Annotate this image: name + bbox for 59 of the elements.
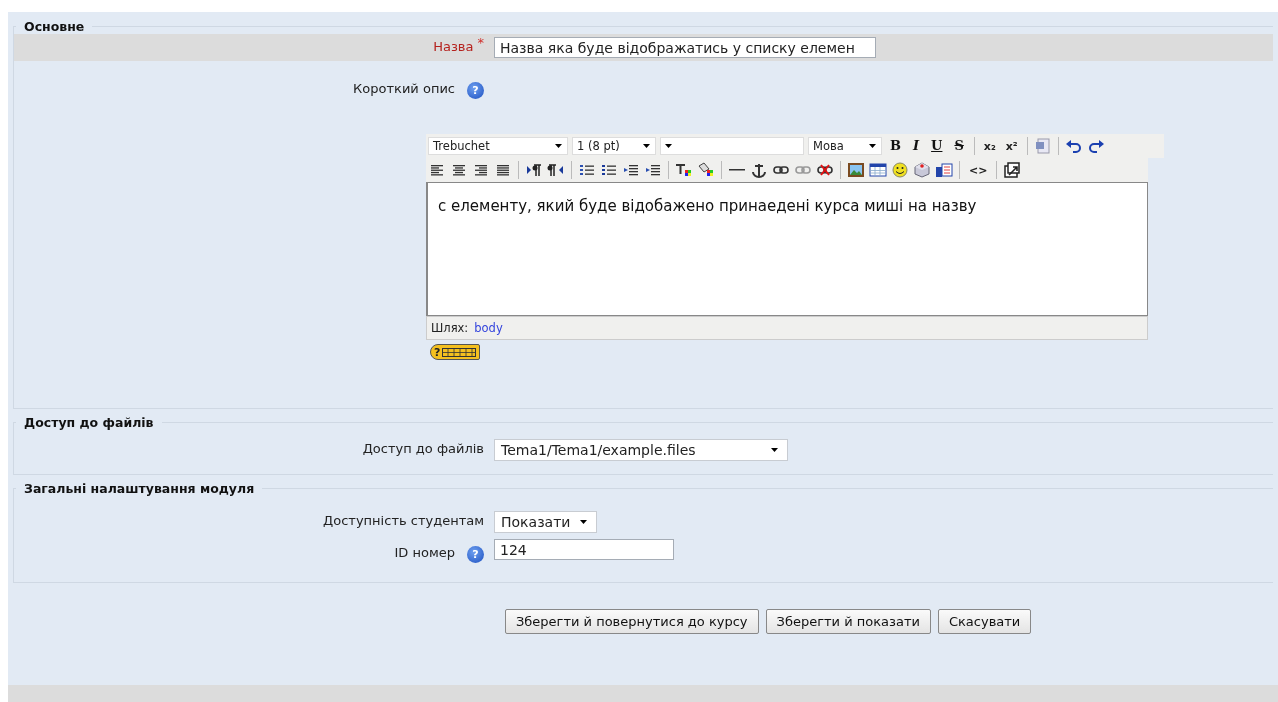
align-left-icon[interactable] xyxy=(428,162,446,178)
smiley-icon[interactable] xyxy=(891,162,909,178)
field-label: Доступ до файлів xyxy=(362,441,484,456)
format-button[interactable]: U xyxy=(927,138,947,154)
no-link-icon[interactable] xyxy=(816,162,834,178)
bullet-list-icon[interactable] xyxy=(600,162,618,178)
image-icon[interactable] xyxy=(847,162,865,178)
section-title: Основне xyxy=(23,19,86,34)
caret-icon xyxy=(580,519,589,525)
redo-icon[interactable] xyxy=(1086,138,1105,154)
path-link[interactable]: body xyxy=(474,321,503,335)
rtl-icon[interactable] xyxy=(547,162,565,178)
font-dropdown[interactable]: Trebuchet xyxy=(428,137,568,155)
field-label: Назва xyxy=(433,39,474,54)
format-button[interactable]: I xyxy=(909,138,924,154)
caret-icon xyxy=(643,143,651,149)
format-button[interactable]: B xyxy=(886,138,905,154)
ltr-icon[interactable] xyxy=(525,162,543,178)
text-color-icon[interactable] xyxy=(675,162,693,178)
cube-icon[interactable] xyxy=(913,162,931,178)
form-button[interactable]: Скасувати xyxy=(937,609,1032,634)
script-button[interactable]: x₂ xyxy=(980,139,999,153)
field-label: Короткий опис xyxy=(353,80,455,96)
anchor-icon[interactable] xyxy=(750,162,768,178)
field-label: Доступність студентам xyxy=(323,513,484,528)
editor-content[interactable]: с елементу, який буде відобажено принаедені курса миші на назву xyxy=(426,182,1148,316)
caret-icon xyxy=(665,143,673,149)
size-dropdown[interactable]: 1 (8 pt) xyxy=(572,137,656,155)
align-center-icon[interactable] xyxy=(450,162,468,178)
text-field[interactable]: Назва яка буде відображатись у списку елемен xyxy=(494,37,876,58)
document-icon[interactable] xyxy=(1033,138,1052,154)
section-title: Загальні налаштування модуля xyxy=(23,481,256,496)
align-right-icon[interactable] xyxy=(472,162,490,178)
form-button[interactable]: Зберегти й повернутися до курсу xyxy=(505,609,759,634)
keyboard-icon xyxy=(442,347,477,357)
field-label: ID номер xyxy=(394,544,455,560)
caret-icon xyxy=(771,447,779,453)
source-code-button[interactable]: <> xyxy=(966,163,991,177)
justify-icon[interactable] xyxy=(494,162,512,178)
section-title: Доступ до файлів xyxy=(23,415,155,430)
paste-icon[interactable] xyxy=(935,162,953,178)
dropdown[interactable]: Tema1/Tema1/example.files xyxy=(494,439,788,461)
path-label: Шлях: xyxy=(431,321,469,335)
format-button[interactable]: S xyxy=(950,138,968,154)
caret-icon xyxy=(869,143,877,149)
undo-icon[interactable] xyxy=(1064,138,1083,154)
language-dropdown[interactable]: Мова xyxy=(808,137,882,155)
background-color-icon[interactable] xyxy=(697,162,715,178)
table-icon[interactable] xyxy=(869,162,887,178)
text-field[interactable]: 124 xyxy=(494,539,674,560)
form-button[interactable]: Зберегти й показати xyxy=(765,609,931,634)
fullscreen-icon[interactable] xyxy=(1003,162,1022,178)
required-mark: * xyxy=(477,35,484,50)
script-button[interactable]: x² xyxy=(1002,139,1021,153)
caret-icon xyxy=(555,143,563,149)
outdent-icon[interactable] xyxy=(622,162,640,178)
dropdown[interactable]: Показати xyxy=(494,511,598,533)
keyboard-help-button[interactable]: ? xyxy=(430,344,481,360)
indent-icon[interactable] xyxy=(644,162,662,178)
